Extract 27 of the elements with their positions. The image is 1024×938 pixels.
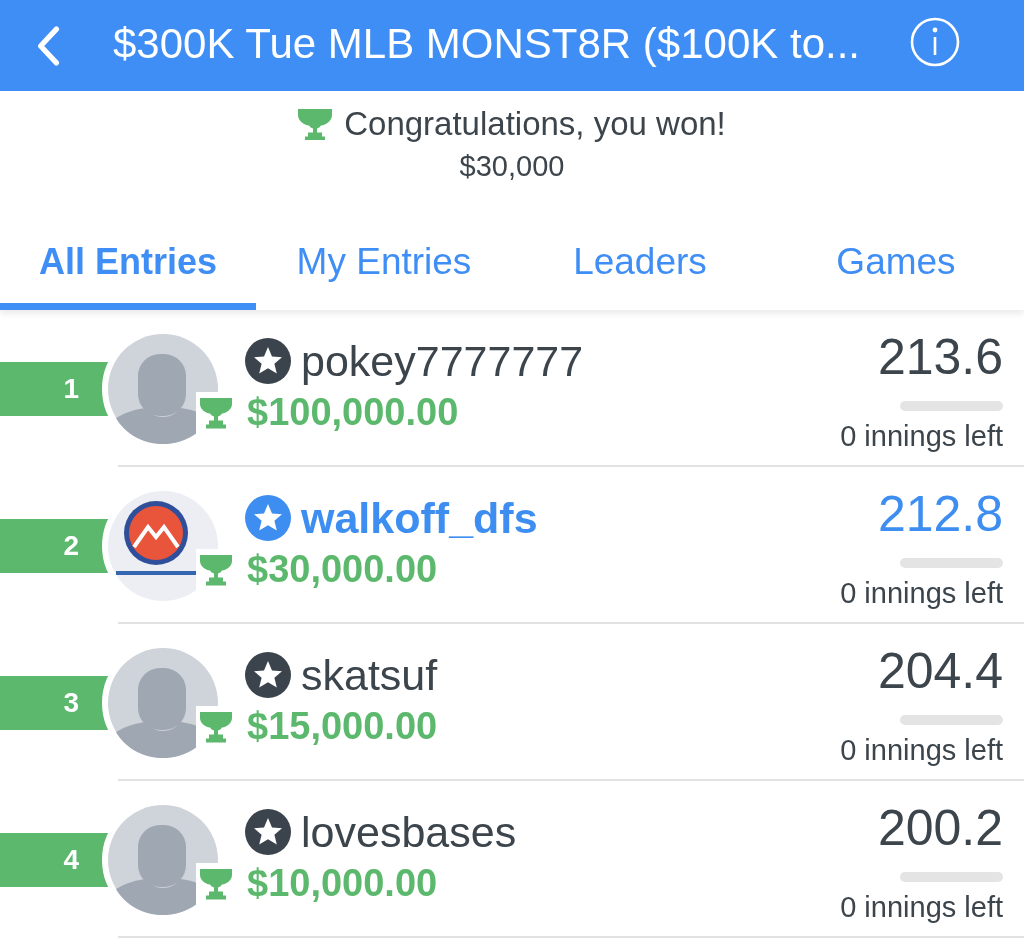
tab[interactable]: My Entries xyxy=(256,215,512,310)
win-message: Congratulations, you won! xyxy=(344,105,726,143)
info-button[interactable] xyxy=(910,16,960,67)
innings-left: 0 innings left xyxy=(840,889,1003,924)
chevron-left-icon xyxy=(36,25,60,66)
username[interactable]: skatsuf xyxy=(301,649,438,700)
innings-left: 0 innings left xyxy=(840,732,1003,767)
tab[interactable]: Games xyxy=(768,215,1024,310)
score: 200.2 xyxy=(877,799,1003,856)
innings-left: 0 innings left xyxy=(840,575,1003,610)
score: 212.8 xyxy=(877,485,1003,542)
prize-amount: $30,000.00 xyxy=(247,546,439,591)
score: 213.6 xyxy=(877,328,1003,385)
tab[interactable]: Leaders xyxy=(512,215,768,310)
prize-amount: $10,000.00 xyxy=(247,860,439,905)
tab[interactable]: All Entries xyxy=(0,215,256,310)
info-icon xyxy=(910,16,960,67)
prize-amount: $15,000.00 xyxy=(247,703,438,748)
innings-left: 0 innings left xyxy=(840,418,1003,453)
prize-amount: $100,000.00 xyxy=(247,389,460,434)
username[interactable]: walkoff_dfs xyxy=(301,492,538,543)
username[interactable]: pokey7777777 xyxy=(301,335,584,386)
score: 204.4 xyxy=(877,642,1003,699)
contest-title: $300K Tue MLB MONST8R ($100K to... xyxy=(112,19,861,68)
username[interactable]: lovesbases xyxy=(301,806,517,857)
win-amount: $30,000 xyxy=(459,149,565,183)
trophy-icon xyxy=(298,108,333,140)
